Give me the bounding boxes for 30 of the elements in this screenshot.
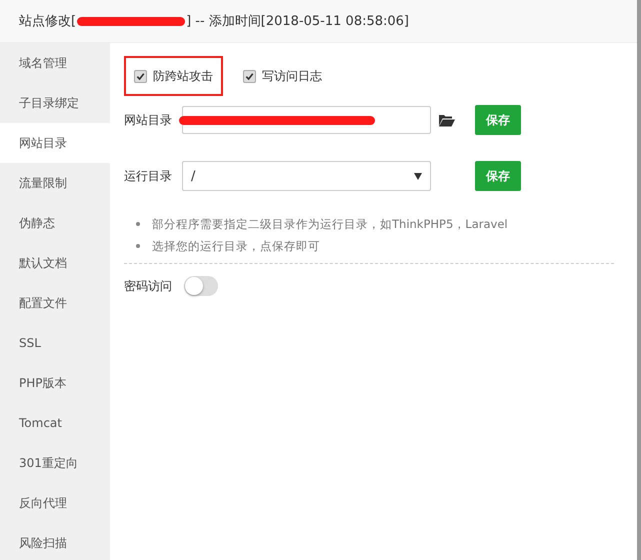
sidebar-item[interactable]: 配置文件 — [0, 283, 110, 323]
caret-icon — [414, 172, 422, 180]
checkbox-label: 写访问日志 — [262, 68, 322, 84]
input-field[interactable] — [182, 106, 431, 134]
bullet-icon — [136, 244, 140, 248]
window-title: ] -- 添加时间[2018-05-11 08:58:06] — [186, 13, 410, 30]
sidebar-item[interactable]: 域名管理 — [0, 43, 110, 83]
switch-label: 密码访问 — [124, 278, 172, 294]
toggle-switch[interactable] — [184, 276, 218, 296]
field-label: 网站目录 — [124, 112, 173, 128]
sidebar-item[interactable]: 反向代理 — [0, 483, 110, 523]
tip-text: 部分程序需要指定二级目录作为运行目录，如ThinkPHP5，Laravel — [152, 216, 508, 233]
sidebar-item[interactable]: SSL — [0, 323, 110, 363]
sidebar-item[interactable]: 301重定向 — [0, 443, 110, 483]
sidebar-item[interactable]: 子目录绑定 — [0, 83, 110, 123]
sidebar-item[interactable]: 伪静态 — [0, 203, 110, 243]
field-label: 运行目录 — [124, 168, 173, 184]
checkbox[interactable] — [134, 70, 147, 82]
checkbox-label: 防跨站攻击 — [153, 68, 213, 84]
dropdown[interactable]: / — [182, 161, 431, 191]
tip-text: 选择您的运行目录，点保存即可 — [152, 238, 320, 255]
checkbox[interactable] — [243, 70, 256, 82]
sidebar-item[interactable]: 默认文档 — [0, 243, 110, 283]
bullet-icon — [136, 222, 140, 226]
sidebar-item[interactable]: 网站目录 — [0, 123, 110, 163]
sidebar-item[interactable]: 风险扫描 — [0, 523, 110, 560]
sidebar-item[interactable]: 流量限制 — [0, 163, 110, 203]
sidebar-item[interactable]: PHP版本 — [0, 363, 110, 403]
window-title: 站点修改[ — [19, 13, 76, 30]
sidebar-item[interactable]: Tomcat — [0, 403, 110, 443]
